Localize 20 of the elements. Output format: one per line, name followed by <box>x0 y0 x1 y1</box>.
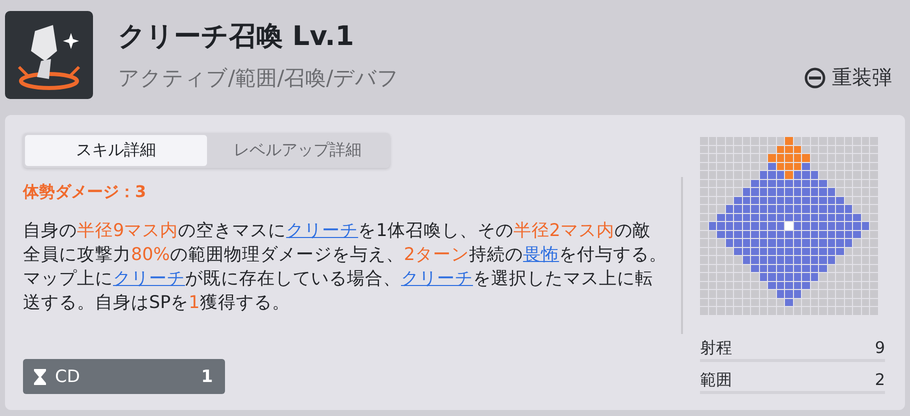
ammo-icon <box>804 66 826 88</box>
tab[interactable]: レベルアップ詳細 <box>206 135 388 166</box>
skill-tags: アクティブ/範囲/召喚/デバフ <box>118 64 400 92</box>
stat-value: 9 <box>874 338 885 359</box>
tab[interactable]: スキル詳細 <box>25 135 206 166</box>
stat-value: 2 <box>874 370 885 391</box>
posture-damage: 体勢ダメージ：3 <box>23 182 148 203</box>
skill-icon <box>5 11 93 99</box>
term-link[interactable]: クリーチ <box>286 221 358 241</box>
stat-label: 範囲 <box>700 370 732 391</box>
skill-description: 自身の半径9マス内の空きマスに クリーチを1体召喚し、その半径2マス内の敵全員に攻撃力 80%の範囲物理ダメージを与え、2ターン持続の畏怖を付与する。マップ上に クリーチが既に存在している場合、クリーチを選択したマス上に転送する。自身はSPを 1獲得する。 <box>23 220 668 315</box>
cooldown-label: CD <box>55 366 81 386</box>
hourglass-icon <box>33 368 47 386</box>
skill-title: クリーチ召喚 Lv.1 <box>118 20 354 54</box>
ammo-type: 重装弾 <box>832 64 892 91</box>
stat-label: 射程 <box>700 338 732 359</box>
term-link[interactable]: 畏怖 <box>523 245 560 265</box>
term-link[interactable]: クリーチ <box>113 269 185 289</box>
cooldown-value: 1 <box>201 366 213 386</box>
term-link[interactable]: クリーチ <box>401 269 473 289</box>
